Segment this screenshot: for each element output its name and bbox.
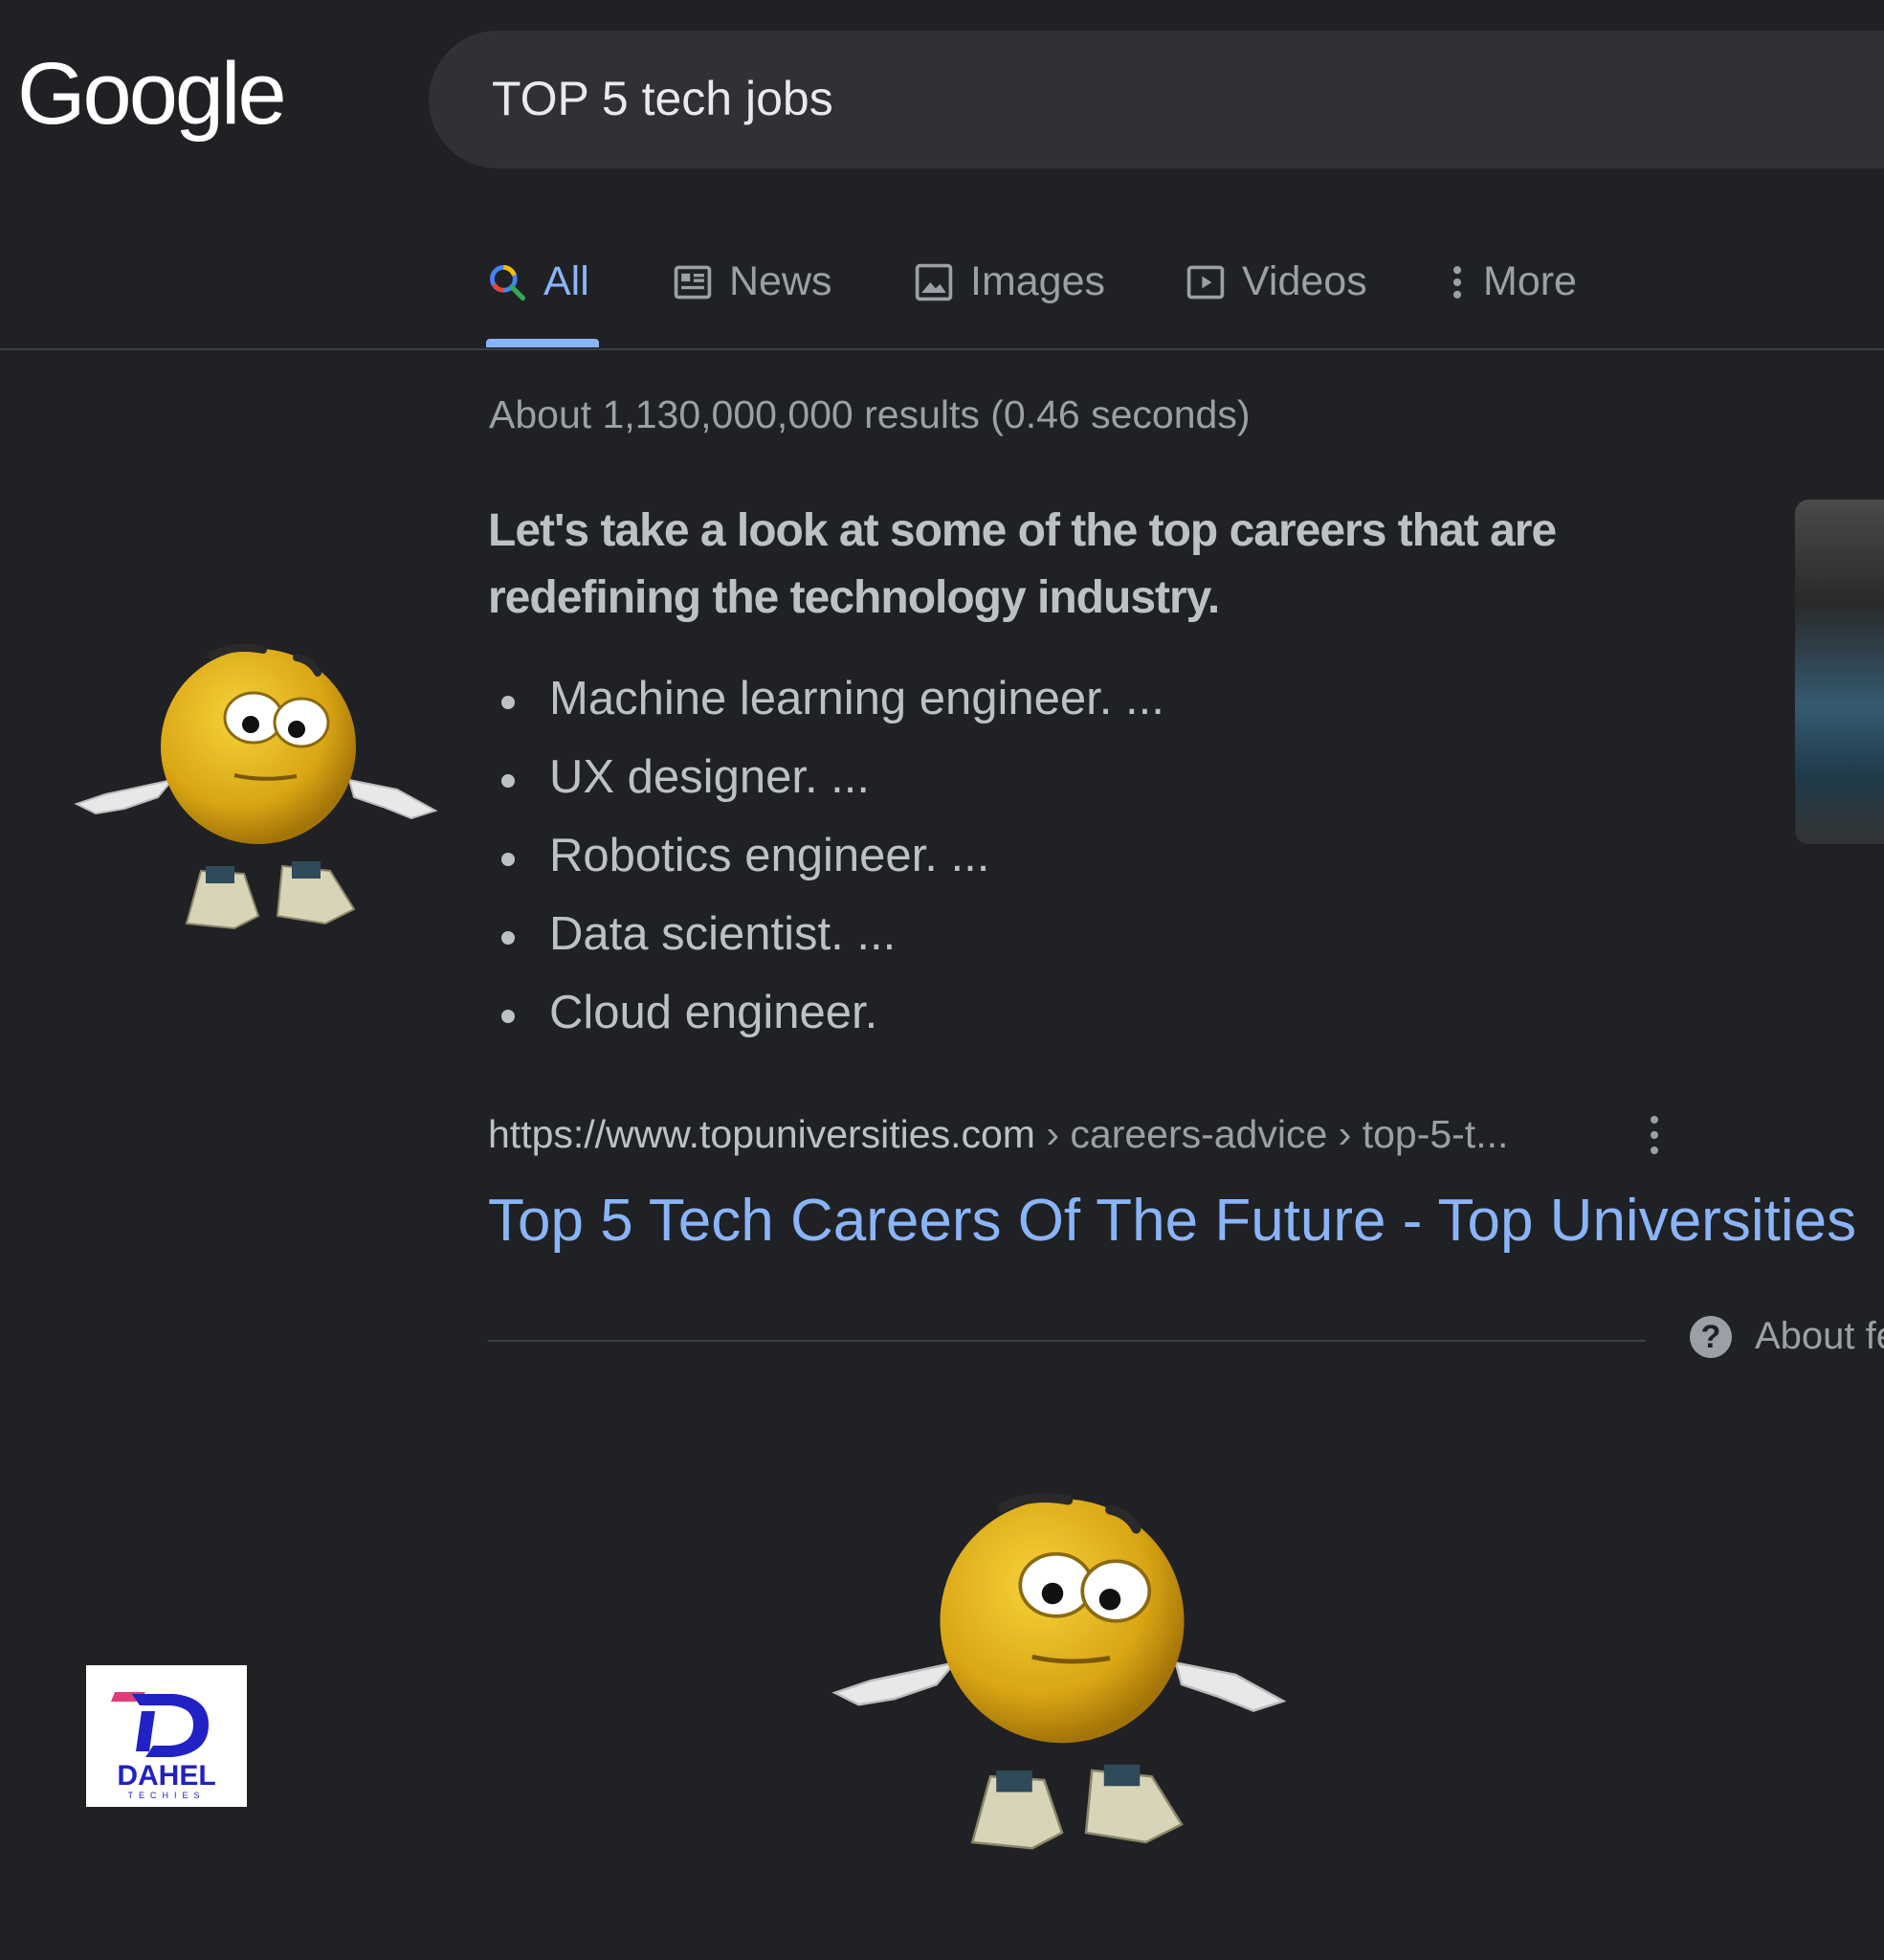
about-featured-snippets-label: About fe <box>1755 1315 1884 1357</box>
dahel-logo-icon: DAHEL TECHIES <box>111 1692 216 1800</box>
tab-images[interactable]: Images <box>913 258 1105 305</box>
header-divider <box>0 348 1884 350</box>
tab-more[interactable]: More <box>1447 258 1577 305</box>
list-item: Machine learning engineer. ... <box>488 665 1164 744</box>
google-logo[interactable]: Google <box>17 50 287 138</box>
tab-videos-label: Videos <box>1242 258 1367 304</box>
image-icon <box>915 263 953 301</box>
shrug-emoji-icon <box>831 1493 1287 1850</box>
search-icon <box>490 264 526 301</box>
list-item: Cloud engineer. <box>488 979 1164 1058</box>
featured-snippet-list: Machine learning engineer. ... UX design… <box>488 665 1164 1058</box>
tab-news[interactable]: News <box>672 258 832 305</box>
featured-snippet-headline: Let's take a look at some of the top car… <box>488 505 1557 623</box>
about-featured-snippets[interactable]: ? About fe <box>1690 1315 1884 1358</box>
search-tabs: All News Images Videos More <box>486 247 1883 352</box>
result-stats: About 1,130,000,000 results (0.46 second… <box>489 392 1251 436</box>
list-item: Robotics engineer. ... <box>488 822 1164 901</box>
shrug-emoji-icon <box>74 644 438 930</box>
list-item: UX designer. ... <box>488 744 1164 822</box>
list-item: Data scientist. ... <box>488 901 1164 979</box>
result-url[interactable]: https://www.topuniversities.com › career… <box>488 1112 1508 1157</box>
active-tab-indicator <box>486 339 599 347</box>
tab-news-label: News <box>729 258 832 304</box>
help-icon: ? <box>1690 1315 1732 1358</box>
tab-all[interactable]: All <box>486 258 589 305</box>
snippet-divider <box>488 1340 1646 1342</box>
brand-tagline: TECHIES <box>127 1791 205 1800</box>
news-icon <box>674 265 712 299</box>
tab-all-label: All <box>543 258 589 304</box>
snippet-thumbnail[interactable] <box>1795 500 1884 844</box>
tab-images-label: Images <box>970 258 1106 304</box>
result-options-icon[interactable] <box>1648 1116 1661 1158</box>
result-path: › careers-advice › top-5-t... <box>1034 1112 1509 1156</box>
search-input[interactable]: TOP 5 tech jobs <box>492 71 833 126</box>
play-icon <box>1186 265 1225 299</box>
brand-name: DAHEL <box>117 1760 215 1792</box>
result-domain: https://www.topuniversities.com <box>488 1112 1035 1156</box>
tab-more-label: More <box>1483 258 1577 304</box>
search-box[interactable]: TOP 5 tech jobs <box>429 31 1884 168</box>
dahel-techies-logo: DAHEL TECHIES <box>86 1665 247 1807</box>
tab-videos[interactable]: Videos <box>1185 258 1367 305</box>
more-vertical-icon <box>1452 265 1462 299</box>
result-title-link[interactable]: Top 5 Tech Careers Of The Future - Top U… <box>488 1187 1856 1255</box>
